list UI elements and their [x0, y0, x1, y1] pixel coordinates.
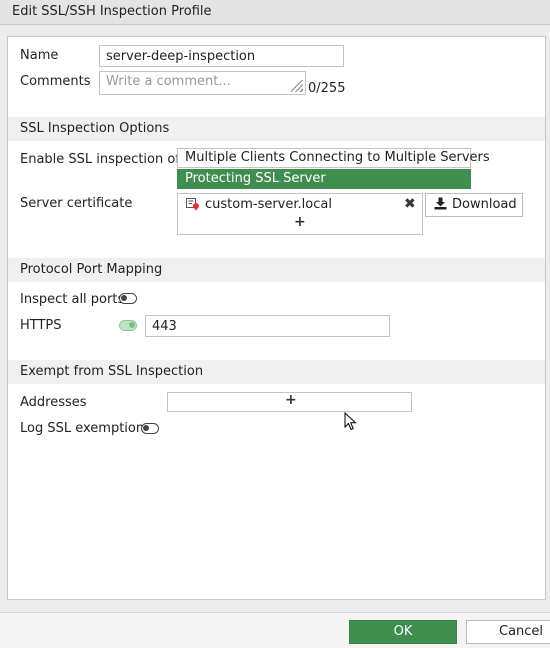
download-icon [434, 197, 447, 210]
comments-placeholder: Write a comment... [106, 74, 231, 89]
addresses-field[interactable]: + [167, 392, 412, 412]
https-port-field[interactable] [145, 315, 390, 337]
resize-grip-icon[interactable] [291, 80, 303, 92]
mouse-pointer-icon [344, 412, 357, 431]
name-label: Name [20, 48, 59, 63]
name-field[interactable] [99, 45, 344, 67]
remove-certificate-icon[interactable]: ✖ [404, 196, 416, 212]
https-label: HTTPS [20, 318, 62, 333]
comments-label: Comments [20, 74, 91, 89]
comments-field[interactable]: Write a comment... [99, 71, 306, 95]
section-ssl-inspection-options: SSL Inspection Options [8, 117, 545, 141]
inspect-all-ports-toggle[interactable] [119, 293, 137, 304]
section-protocol-port-mapping: Protocol Port Mapping [8, 258, 545, 282]
toggle-knob [121, 295, 127, 301]
add-address-icon[interactable]: + [285, 392, 297, 408]
profile-form: Name Comments Write a comment... 0/255 S… [7, 36, 546, 600]
ok-button[interactable]: OK [349, 620, 457, 644]
certificate-name: custom-server.local [205, 197, 332, 212]
download-label: Download [452, 197, 517, 212]
add-certificate-icon[interactable]: + [294, 214, 306, 230]
comments-counter: 0/255 [308, 81, 346, 96]
toggle-knob [129, 322, 135, 328]
inspect-all-ports-label: Inspect all ports [20, 292, 125, 307]
server-certificate-field[interactable]: custom-server.local ✖ + [177, 193, 423, 235]
toggle-knob [143, 425, 149, 431]
cancel-button[interactable]: Cancel [466, 620, 550, 644]
server-certificate-label: Server certificate [20, 196, 133, 211]
option-protecting-ssl-server[interactable]: Protecting SSL Server [177, 169, 471, 189]
log-ssl-exemptions-toggle[interactable] [141, 423, 159, 434]
option-multiple-clients[interactable]: Multiple Clients Connecting to Multiple … [177, 148, 490, 168]
log-ssl-exemptions-label: Log SSL exemptions [20, 421, 151, 436]
download-button[interactable]: Download [425, 193, 523, 217]
certificate-icon [186, 198, 199, 211]
dialog-title: Edit SSL/SSH Inspection Profile [0, 0, 550, 25]
addresses-label: Addresses [20, 395, 87, 410]
https-toggle[interactable] [119, 320, 137, 331]
section-exempt-from-ssl-inspection: Exempt from SSL Inspection [8, 360, 545, 384]
enable-ssl-inspection-label: Enable SSL inspection of [20, 152, 180, 167]
